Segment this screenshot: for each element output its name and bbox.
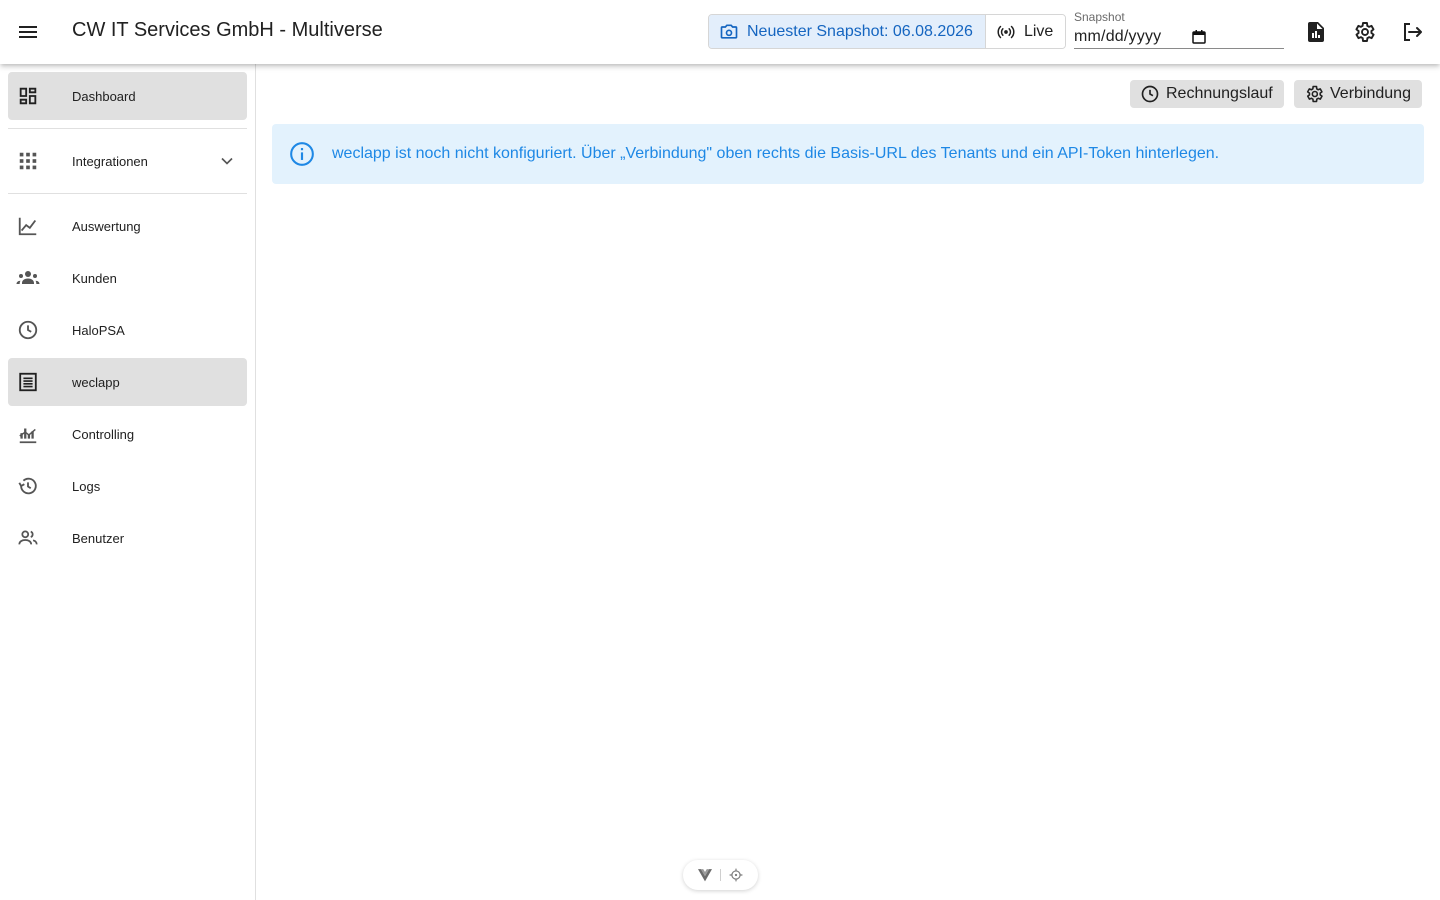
snapshot-date-input[interactable]: mm/dd/yyyy (1074, 26, 1284, 49)
vue-logo-icon[interactable] (698, 868, 712, 882)
settings-button[interactable] (1344, 12, 1384, 52)
app-title: CW IT Services GmbH - Multiverse (72, 19, 383, 41)
sidebar-item-benutzer[interactable]: Benutzer (8, 514, 247, 562)
sidebar-item-label: Dashboard (72, 88, 136, 104)
sidebar-item-label: Controlling (72, 426, 135, 442)
sidebar: Dashboard Integrationen Auswertung Kunde… (0, 64, 256, 900)
broadcast-icon (997, 25, 1015, 38)
connection-button[interactable]: Verbindung (1294, 80, 1422, 108)
sidebar-item-weclapp[interactable]: weclapp (8, 358, 247, 406)
gear-icon (1355, 22, 1375, 42)
clock-icon (16, 318, 40, 342)
sidebar-item-controlling[interactable]: Controlling (8, 410, 247, 458)
info-alert-text: weclapp ist noch nicht konfiguriert. Übe… (332, 145, 1220, 162)
sidebar-item-kunden[interactable]: Kunden (8, 254, 247, 302)
sidebar-item-label: Benutzer (72, 530, 125, 546)
snapshot-toggle-group: Neuester Snapshot: 06.08.2026 Live (708, 14, 1067, 49)
menu-icon (19, 26, 37, 38)
app-bar: CW IT Services GmbH - Multiverse Neueste… (0, 0, 1440, 64)
menu-button[interactable] (8, 12, 48, 52)
groups-icon (16, 266, 40, 290)
apps-grid-icon (16, 149, 40, 173)
sidebar-item-dashboard[interactable]: Dashboard (8, 72, 247, 120)
gear-icon (1306, 85, 1323, 103)
line-chart-icon (16, 214, 40, 238)
chevron-down-icon (221, 157, 233, 165)
dev-toolbar-separator (720, 869, 721, 881)
sidebar-divider (8, 128, 247, 129)
snapshot-date-field: Snapshot mm/dd/yyyy (1074, 8, 1284, 49)
snapshot-field-label: Snapshot (1074, 10, 1125, 24)
info-alert: weclapp ist noch nicht konfiguriert. Übe… (272, 124, 1424, 184)
calendar-icon[interactable] (1192, 29, 1206, 44)
sidebar-item-label: Logs (72, 478, 101, 494)
receipt-icon (16, 370, 40, 394)
logout-icon (1404, 23, 1422, 41)
billing-run-label: Rechnungslauf (1166, 85, 1273, 102)
sidebar-item-logs[interactable]: Logs (8, 462, 247, 510)
clock-icon (1141, 85, 1159, 103)
report-button[interactable] (1296, 12, 1336, 52)
stacked-chart-icon (16, 422, 40, 446)
camera-icon (720, 24, 738, 39)
history-icon (16, 474, 40, 498)
report-file-icon (1308, 22, 1324, 42)
sidebar-divider (8, 193, 247, 194)
sidebar-item-label: weclapp (72, 374, 120, 390)
sidebar-item-halopsa[interactable]: HaloPSA (8, 306, 247, 354)
sidebar-item-label: Kunden (72, 270, 117, 286)
latest-snapshot-label: Neuester Snapshot: 06.08.2026 (747, 22, 973, 40)
latest-snapshot-button[interactable]: Neuester Snapshot: 06.08.2026 (709, 15, 986, 48)
dashboard-icon (16, 84, 40, 108)
sidebar-item-label: HaloPSA (72, 322, 125, 338)
sidebar-item-label: Integrationen (72, 153, 148, 169)
connection-label: Verbindung (1330, 85, 1411, 102)
live-label: Live (1023, 22, 1054, 40)
dev-toolbar (683, 860, 758, 890)
info-icon (290, 142, 314, 166)
snapshot-date-placeholder: mm/dd/yyyy (1074, 28, 1162, 45)
people-icon (16, 526, 40, 550)
logout-button[interactable] (1392, 12, 1432, 52)
target-icon[interactable] (729, 868, 743, 882)
sidebar-item-auswertung[interactable]: Auswertung (8, 202, 247, 250)
sidebar-item-label: Auswertung (72, 218, 141, 234)
live-button[interactable]: Live (985, 15, 1066, 48)
billing-run-button[interactable]: Rechnungslauf (1130, 80, 1284, 108)
main-content: Rechnungslauf Verbindung weclapp ist noc… (256, 64, 1440, 900)
sidebar-item-integrationen[interactable]: Integrationen (8, 137, 247, 185)
